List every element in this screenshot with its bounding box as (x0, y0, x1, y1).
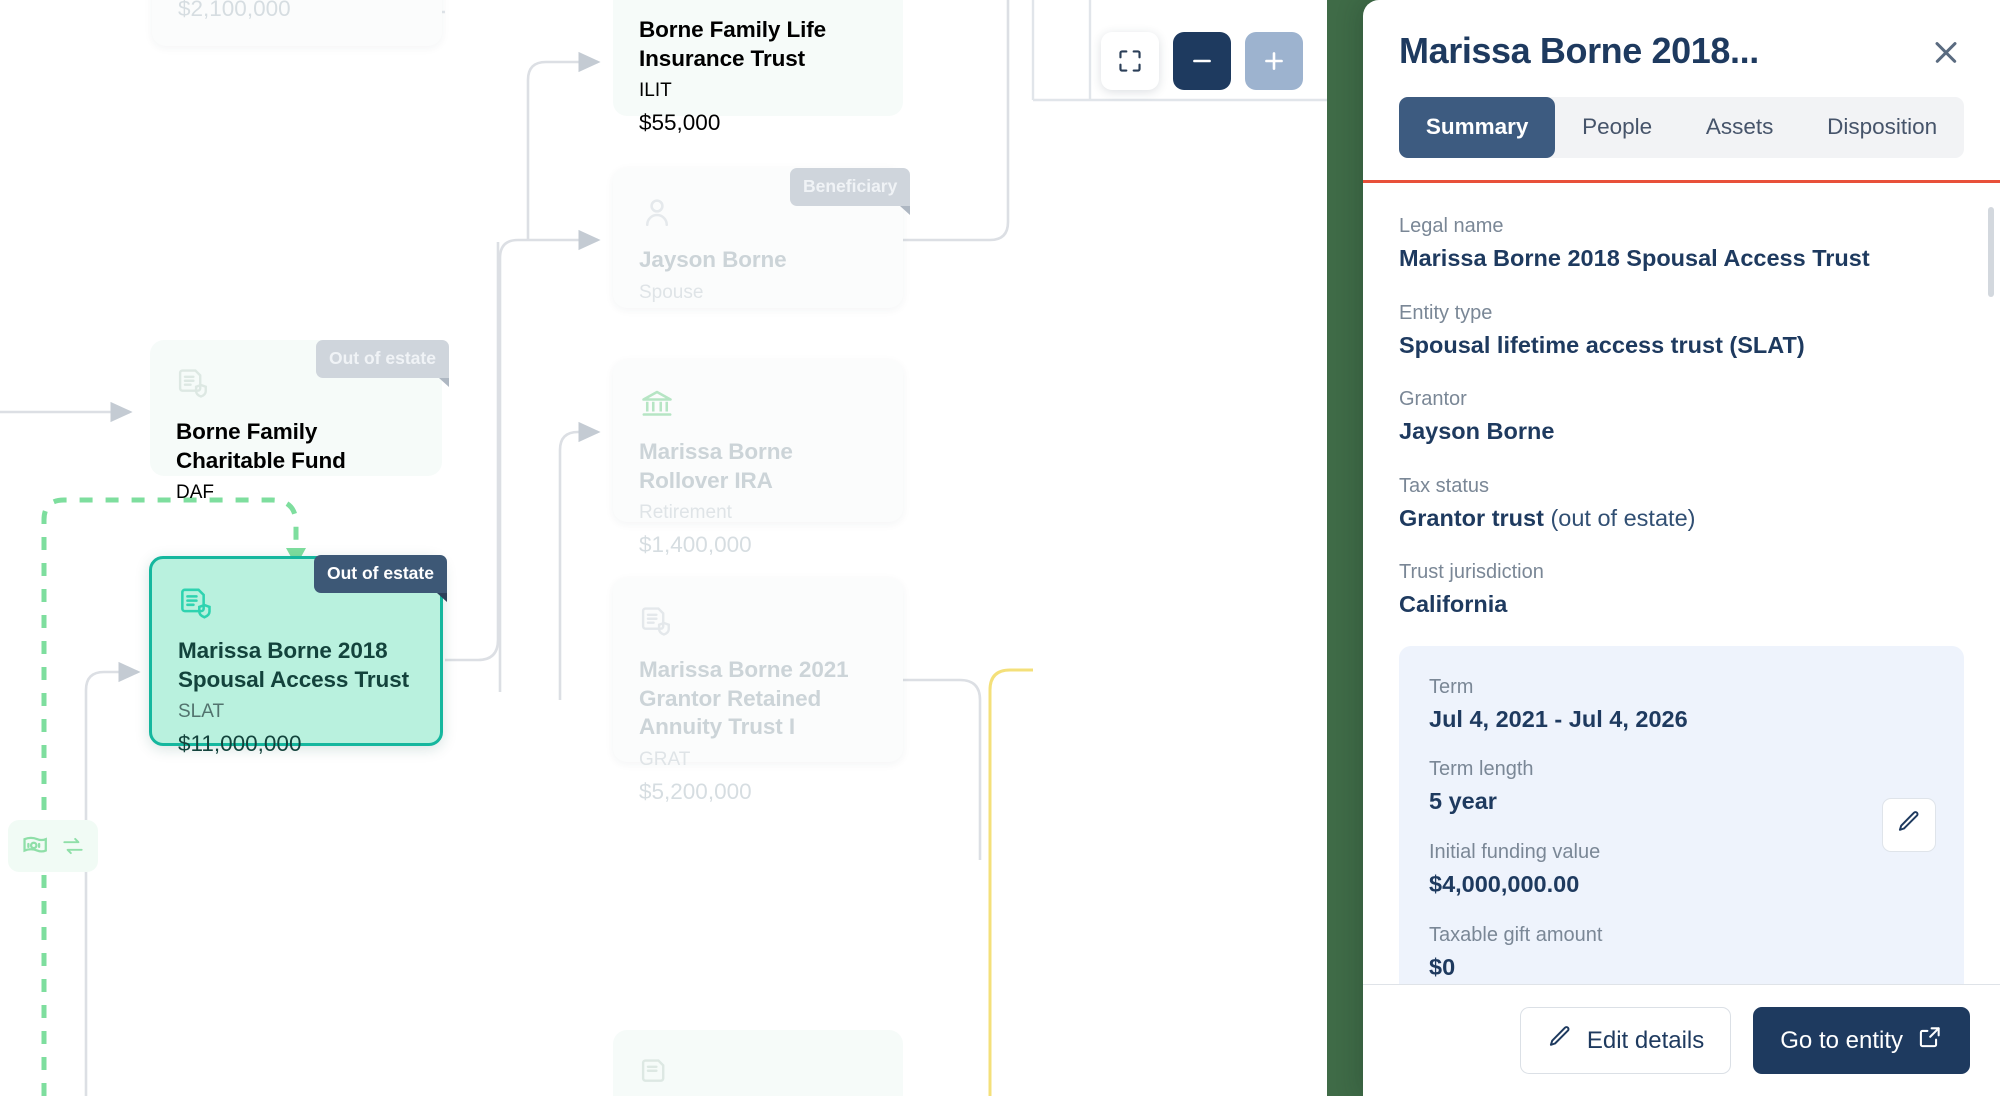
node-subtitle: SLAT (178, 701, 225, 723)
field-value: Marissa Borne 2018 Spousal Access Trust (1399, 245, 1870, 272)
close-icon[interactable] (1928, 34, 1964, 70)
field-value-main: Grantor trust (1399, 504, 1544, 531)
zoom-controls (1101, 32, 1303, 90)
node-title: Jayson Borne (639, 247, 787, 272)
tab-people[interactable]: People (1555, 97, 1679, 158)
panel-scrollbar[interactable] (1988, 207, 1994, 298)
field-tax-status: Tax status Grantor trust (out of estate) (1399, 473, 1964, 534)
diagram-node-grat[interactable]: Marissa Borne 2021 Grantor Retained Annu… (613, 578, 903, 804)
fit-to-screen-button[interactable] (1101, 32, 1159, 90)
field-taxable-gift-amount: Taxable gift amount $0 (1429, 922, 1934, 983)
field-label: Initial funding value (1429, 841, 1601, 864)
panel-header: Marissa Borne 2018... Summary People Ass… (1363, 0, 2000, 159)
field-trust-jurisdiction: Trust jurisdiction California (1399, 559, 1964, 620)
pencil-icon (1896, 809, 1922, 840)
field-value-note: (out of estate) (1543, 504, 1696, 531)
entity-detail-panel: Marissa Borne 2018... Summary People Ass… (1363, 0, 2000, 1096)
panel-tabs: Summary People Assets Disposition (1399, 97, 1964, 159)
zoom-out-button[interactable] (1173, 32, 1231, 90)
zoom-in-button[interactable] (1245, 32, 1303, 90)
field-value: 5 year (1429, 788, 1497, 815)
field-label: Grantor (1399, 388, 1467, 411)
node-badge-out-of-estate-daf: Out of estate (316, 340, 449, 387)
field-label: Taxable gift amount (1429, 923, 1603, 946)
diagram-node-partial-top[interactable]: $2,100,000 (152, 0, 442, 46)
node-subtitle: DAF (176, 482, 214, 504)
node-title: Marissa Borne 2018 Spousal Access Trust (178, 638, 410, 692)
field-value: $4,000,000.00 (1429, 871, 1580, 898)
field-grantor: Grantor Jayson Borne (1399, 386, 1964, 447)
node-badge-beneficiary: Beneficiary (790, 168, 911, 215)
field-label: Term length (1429, 758, 1534, 781)
node-title: Marissa Borne Rollover IRA (639, 439, 793, 493)
pencil-icon (1547, 1024, 1573, 1057)
shield-document-icon (639, 604, 877, 642)
panel-title-row: Marissa Borne 2018... (1399, 30, 1964, 71)
field-legal-name: Legal name Marissa Borne 2018 Spousal Ac… (1399, 213, 1964, 274)
entity-diagram-canvas[interactable]: $2,100,000 Borne Family Life Insurance T… (0, 0, 1327, 1096)
diagram-node-ilit[interactable]: Borne Family Life Insurance Trust ILIT $… (613, 0, 903, 135)
field-value: California (1399, 591, 1508, 618)
field-value: Grantor trust (out of estate) (1399, 503, 1964, 534)
node-subtitle: Spouse (639, 281, 704, 303)
tab-assets[interactable]: Assets (1679, 97, 1800, 158)
field-label: Term (1429, 675, 1474, 698)
edit-details-button[interactable]: Edit details (1519, 1007, 1732, 1074)
field-label: Trust jurisdiction (1399, 561, 1544, 584)
app-root: $2,100,000 Borne Family Life Insurance T… (0, 0, 2000, 1096)
edit-details-label: Edit details (1586, 1026, 1705, 1054)
bank-icon (639, 386, 877, 424)
term-details-card: Term Jul 4, 2021 - Jul 4, 2026 Term leng… (1399, 645, 1964, 984)
node-subtitle: Retirement (639, 502, 732, 524)
go-to-entity-label: Go to entity (1780, 1026, 1903, 1054)
node-title: Marissa Borne 2021 Grantor Retained Annu… (639, 657, 849, 740)
money-transfer-icon (8, 820, 98, 872)
field-value: $0 (1429, 953, 1456, 980)
node-value: $2,100,000 (178, 0, 291, 21)
shield-document-icon (639, 1056, 877, 1094)
node-title: Borne Family Charitable Fund (176, 419, 346, 473)
canvas-clip: $2,100,000 Borne Family Life Insurance T… (0, 0, 1327, 1096)
field-label: Legal name (1399, 215, 1504, 238)
field-value: Spousal lifetime access trust (SLAT) (1399, 331, 1805, 358)
diagram-node-rollover-ira[interactable]: Marissa Borne Rollover IRA Retirement $1… (613, 360, 903, 557)
field-entity-type: Entity type Spousal lifetime access trus… (1399, 300, 1964, 361)
field-value: Jul 4, 2021 - Jul 4, 2026 (1429, 705, 1688, 732)
edit-term-button[interactable] (1882, 797, 1936, 852)
node-value: $11,000,000 (178, 731, 302, 757)
field-value: Jayson Borne (1399, 418, 1555, 445)
diagram-node-partial-bottom[interactable] (613, 1030, 903, 1096)
node-value: $1,400,000 (639, 532, 752, 558)
tab-disposition[interactable]: Disposition (1800, 97, 1964, 158)
node-badge-out-of-estate-slat: Out of estate (314, 555, 447, 602)
go-to-entity-button[interactable]: Go to entity (1753, 1007, 1970, 1074)
node-subtitle: ILIT (639, 80, 672, 102)
node-value: $5,200,000 (639, 778, 752, 804)
panel-footer: Edit details Go to entity (1363, 984, 2000, 1096)
external-link-icon (1917, 1024, 1943, 1057)
panel-body[interactable]: Legal name Marissa Borne 2018 Spousal Ac… (1363, 183, 2000, 984)
field-label: Tax status (1399, 474, 1490, 497)
tab-summary[interactable]: Summary (1399, 97, 1556, 159)
page-title: Marissa Borne 2018... (1399, 30, 1759, 71)
field-term: Term Jul 4, 2021 - Jul 4, 2026 (1429, 674, 1934, 735)
field-term-length: Term length 5 year (1429, 756, 1934, 817)
node-subtitle: GRAT (639, 748, 691, 770)
field-label: Entity type (1399, 301, 1493, 324)
node-title: Borne Family Life Insurance Trust (639, 17, 827, 71)
node-value: $55,000 (639, 110, 721, 136)
field-initial-funding-value: Initial funding value $4,000,000.00 (1429, 839, 1934, 900)
